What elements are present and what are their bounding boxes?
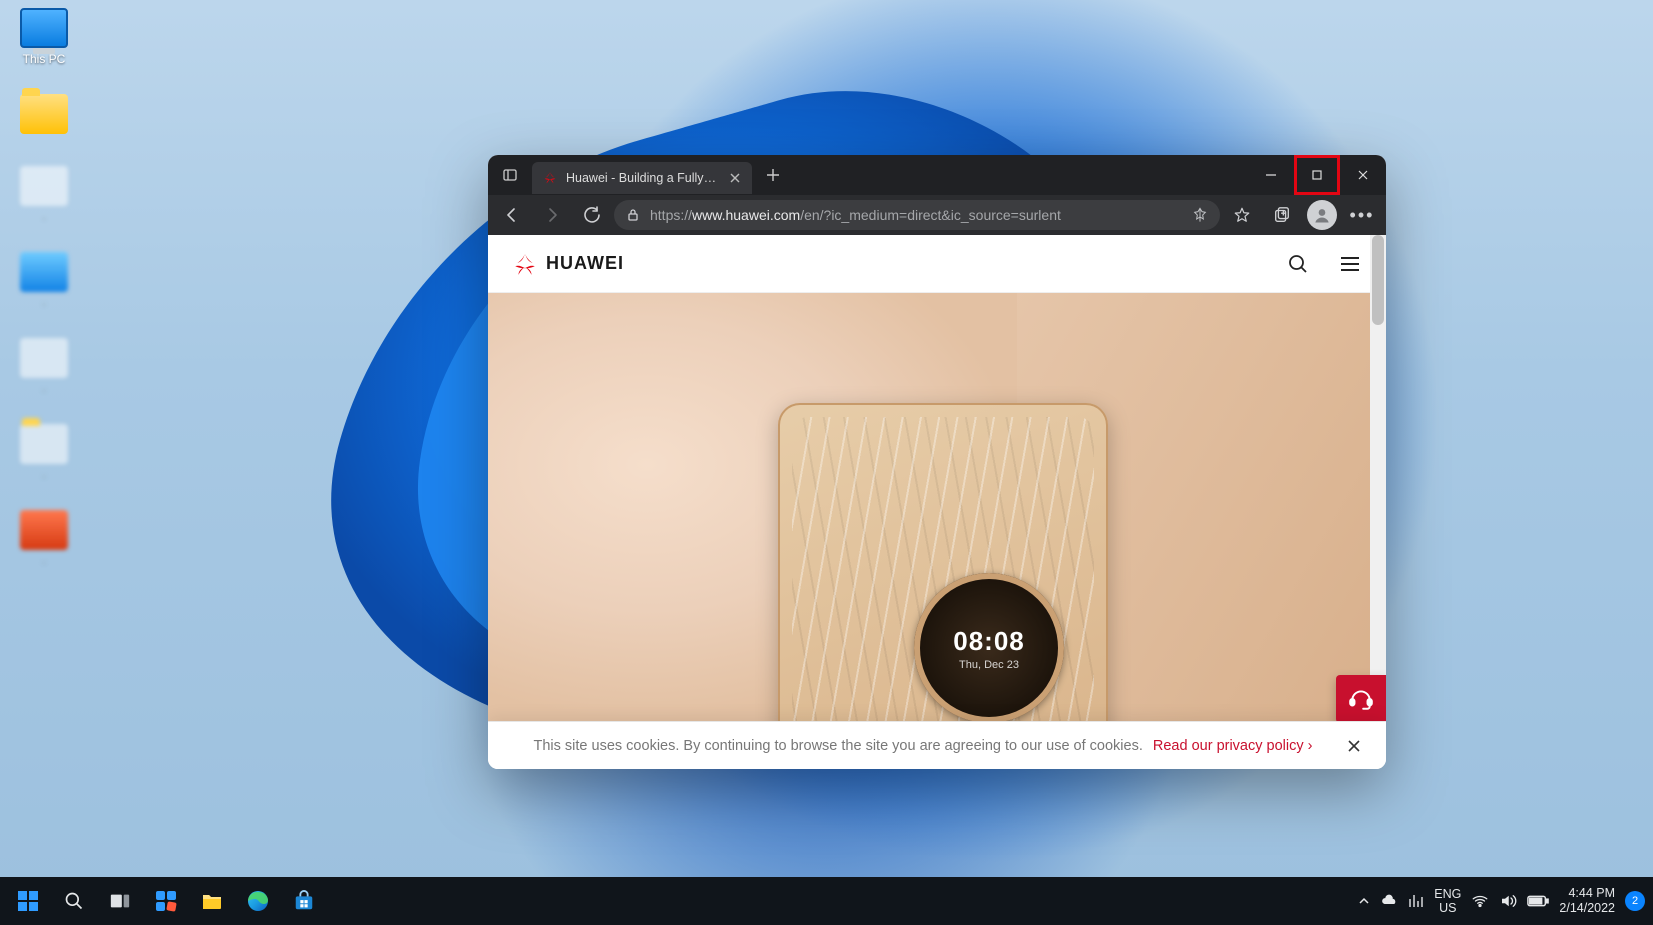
folder-icon [20, 94, 68, 134]
cookie-banner: This site uses cookies. By continuing to… [488, 721, 1386, 769]
browser-tab[interactable]: Huawei - Building a Fully Connec [532, 162, 752, 194]
clock[interactable]: 4:44 PM 2/14/2022 [1559, 886, 1615, 916]
profile-button[interactable] [1304, 199, 1340, 231]
brand-text: HUAWEI [546, 253, 624, 274]
phone-clock-display: 08:08 Thu, Dec 23 [914, 573, 1064, 721]
desktop-icon-blur-1[interactable]: · [8, 166, 80, 224]
hero-phone-graphic: 08:08 Thu, Dec 23 [778, 403, 1108, 721]
url-text: https://www.huawei.com/en/?ic_medium=dir… [650, 207, 1061, 223]
blur-icon [20, 338, 68, 378]
tray-overflow-button[interactable] [1358, 895, 1370, 907]
edge-icon [20, 252, 68, 292]
task-view-button[interactable] [98, 879, 142, 923]
huawei-logo-icon [512, 251, 538, 277]
window-minimize-button[interactable] [1248, 155, 1294, 195]
new-tab-button[interactable] [756, 158, 790, 192]
refresh-button[interactable] [574, 199, 610, 231]
desktop-icon-label: This PC [23, 52, 66, 66]
browser-toolbar: https://www.huawei.com/en/?ic_medium=dir… [488, 195, 1386, 235]
browser-window: Huawei - Building a Fully Connec https:/… [488, 155, 1386, 769]
store-button[interactable] [282, 879, 326, 923]
browser-titlebar: Huawei - Building a Fully Connec [488, 155, 1386, 195]
desktop-icon-this-pc[interactable]: This PC [8, 8, 80, 66]
window-maximize-button[interactable] [1294, 155, 1340, 195]
start-button[interactable] [6, 879, 50, 923]
folder-icon [20, 424, 68, 464]
read-aloud-button[interactable] [1192, 207, 1208, 223]
language-indicator[interactable]: ENG US [1434, 887, 1461, 915]
site-header: HUAWEI [488, 235, 1386, 293]
notifications-button[interactable]: 2 [1625, 891, 1645, 911]
site-brand[interactable]: HUAWEI [512, 251, 624, 277]
collections-button[interactable] [1264, 199, 1300, 231]
monitor-icon [20, 8, 68, 48]
battery-icon[interactable] [1527, 894, 1549, 908]
volume-icon[interactable] [1499, 892, 1517, 910]
desktop-icon-blur-5[interactable]: · [8, 510, 80, 568]
cookie-text: This site uses cookies. By continuing to… [534, 738, 1143, 754]
hero-banner[interactable]: 08:08 Thu, Dec 23 [488, 293, 1370, 721]
file-explorer-button[interactable] [190, 879, 234, 923]
cookie-close-button[interactable] [1340, 732, 1368, 760]
site-search-button[interactable] [1286, 252, 1310, 276]
blur-icon [20, 166, 68, 206]
favorites-button[interactable] [1224, 199, 1260, 231]
tab-close-button[interactable] [726, 169, 744, 187]
webpage-viewport: HUAWEI 08:08 Thu, Dec 23 [488, 235, 1386, 769]
back-button[interactable] [494, 199, 530, 231]
desktop-icon-folder[interactable] [8, 94, 80, 138]
privacy-policy-link[interactable]: Read our privacy policy › [1153, 738, 1313, 754]
tray-app-icon[interactable] [1408, 893, 1424, 909]
tray-onedrive-icon[interactable] [1380, 892, 1398, 910]
lock-icon [626, 208, 640, 222]
desktop-icon-blur-2[interactable]: · [8, 252, 80, 310]
site-menu-button[interactable] [1338, 252, 1362, 276]
address-bar[interactable]: https://www.huawei.com/en/?ic_medium=dir… [614, 200, 1220, 230]
blur-icon [20, 510, 68, 550]
edge-button[interactable] [236, 879, 280, 923]
forward-button[interactable] [534, 199, 570, 231]
widgets-button[interactable] [144, 879, 188, 923]
tab-actions-button[interactable] [488, 155, 532, 195]
settings-menu-button[interactable]: ••• [1344, 199, 1380, 231]
window-close-button[interactable] [1340, 155, 1386, 195]
tab-title: Huawei - Building a Fully Connec [566, 171, 718, 185]
wifi-icon[interactable] [1471, 892, 1489, 910]
search-button[interactable] [52, 879, 96, 923]
desktop-icon-blur-3[interactable]: · [8, 338, 80, 396]
huawei-favicon [542, 170, 558, 186]
support-chat-button[interactable] [1336, 675, 1386, 723]
taskbar: ENG US 4:44 PM 2/14/2022 2 [0, 877, 1653, 925]
desktop-icon-blur-4[interactable]: · [8, 424, 80, 482]
